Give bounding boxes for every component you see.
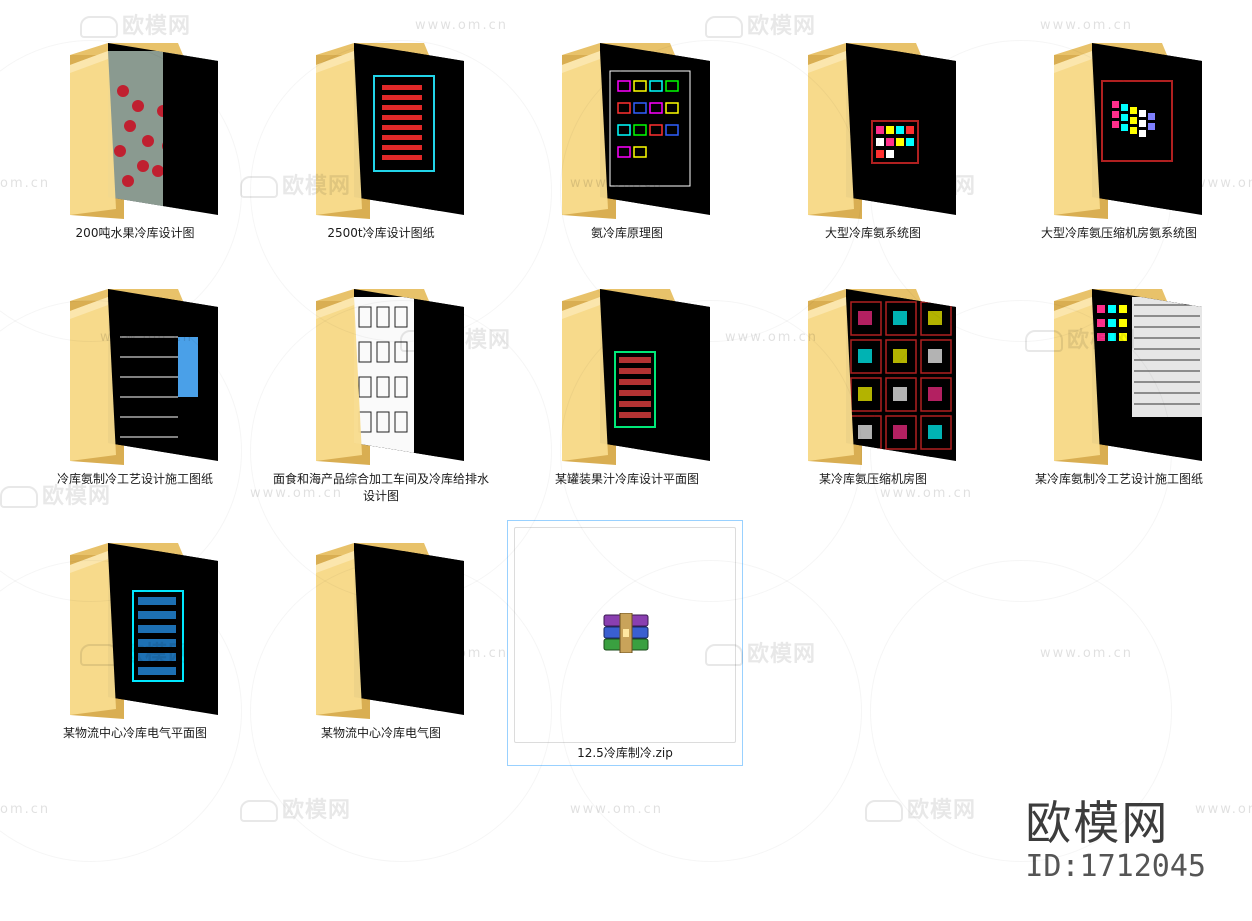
folder-thumbnail bbox=[1052, 39, 1202, 219]
folder-thumbnail bbox=[806, 285, 956, 465]
folder-icon bbox=[562, 43, 710, 219]
folder-item[interactable]: 冷库氨制冷工艺设计施工图纸 bbox=[17, 270, 253, 510]
folder-item[interactable]: 氨冷库原理图 bbox=[509, 24, 745, 264]
folder-item[interactable]: 某罐装果汁冷库设计平面图 bbox=[509, 270, 745, 510]
folder-item[interactable]: 200吨水果冷库设计图 bbox=[17, 24, 253, 264]
item-label: 大型冷库氨压缩机房氨系统图 bbox=[1040, 226, 1197, 240]
item-label: 面食和海产品综合加工车间及冷库给排水设计图 bbox=[272, 472, 489, 503]
item-label: 某物流中心冷库电气图 bbox=[320, 726, 441, 740]
folder-icon bbox=[70, 543, 218, 719]
folder-thumbnail bbox=[68, 539, 218, 719]
folder-item[interactable]: 面食和海产品综合加工车间及冷库给排水设计图 bbox=[263, 270, 499, 510]
folder-item[interactable]: 某物流中心冷库电气图 bbox=[263, 524, 499, 764]
folder-icon bbox=[1054, 289, 1202, 465]
archive-icon-wrap bbox=[602, 612, 650, 657]
folder-item[interactable]: 2500t冷库设计图纸 bbox=[263, 24, 499, 264]
brand-watermark: 欧模网 ID:1712045 bbox=[1025, 797, 1206, 885]
item-label: 某冷库氨压缩机房图 bbox=[818, 472, 927, 486]
folder-icon bbox=[562, 289, 710, 465]
item-label: 2500t冷库设计图纸 bbox=[327, 226, 435, 240]
item-label: 某物流中心冷库电气平面图 bbox=[62, 726, 207, 740]
brand-name: 欧模网 bbox=[1025, 796, 1170, 850]
brand-id: ID:1712045 bbox=[1025, 849, 1206, 884]
folder-thumbnail bbox=[314, 539, 464, 719]
folder-thumbnail bbox=[806, 39, 956, 219]
folder-thumbnail bbox=[68, 285, 218, 465]
folder-thumbnail bbox=[314, 39, 464, 219]
file-explorer-view: 200吨水果冷库设计图 2500t冷库设计图纸 氨冷库原理图 大型冷库氨系统图 … bbox=[0, 0, 1252, 921]
folder-item[interactable]: 大型冷库氨系统图 bbox=[755, 24, 991, 264]
folder-icon bbox=[1054, 43, 1202, 219]
folder-item[interactable]: 某冷库氨制冷工艺设计施工图纸 bbox=[1001, 270, 1237, 510]
archive-file-item[interactable]: 12.5冷库制冷.zip bbox=[507, 520, 743, 766]
folder-thumbnail bbox=[1052, 285, 1202, 465]
folder-thumbnail bbox=[560, 285, 710, 465]
folder-icon bbox=[316, 289, 464, 465]
folder-item[interactable]: 大型冷库氨压缩机房氨系统图 bbox=[1001, 24, 1237, 264]
folder-thumbnail bbox=[314, 285, 464, 465]
winrar-archive-icon bbox=[603, 612, 649, 654]
folder-icon bbox=[70, 43, 218, 219]
folder-icon bbox=[808, 289, 956, 465]
item-label: 氨冷库原理图 bbox=[590, 226, 663, 240]
folder-icon bbox=[316, 543, 464, 719]
item-label: 12.5冷库制冷.zip bbox=[577, 746, 673, 760]
folder-item[interactable]: 某冷库氨压缩机房图 bbox=[755, 270, 991, 510]
item-label: 某冷库氨制冷工艺设计施工图纸 bbox=[1034, 472, 1203, 486]
folder-thumbnail bbox=[560, 39, 710, 219]
folder-thumbnail bbox=[68, 39, 218, 219]
item-label: 大型冷库氨系统图 bbox=[824, 226, 921, 240]
folder-icon bbox=[70, 289, 218, 465]
item-label: 某罐装果汁冷库设计平面图 bbox=[554, 472, 699, 486]
item-label: 冷库氨制冷工艺设计施工图纸 bbox=[56, 472, 213, 486]
folder-icon bbox=[316, 43, 464, 219]
folder-icon bbox=[808, 43, 956, 219]
item-label: 200吨水果冷库设计图 bbox=[75, 226, 195, 240]
folder-item[interactable]: 某物流中心冷库电气平面图 bbox=[17, 524, 253, 764]
